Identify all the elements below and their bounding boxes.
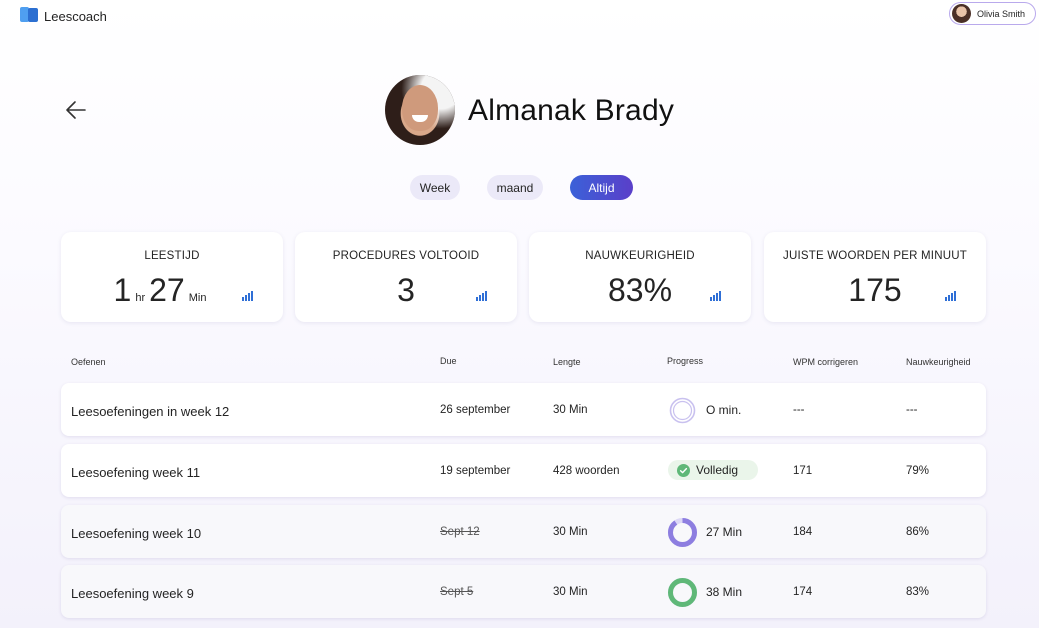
table-row[interactable]: Leesoefening week 11 19 september 428 wo… <box>61 444 986 497</box>
stat-label: PROCEDURES VOLTOOID <box>332 250 480 262</box>
stat-card-accuracy: NAUWKEURIGHEID 83% <box>529 232 751 322</box>
student-avatar <box>385 75 455 145</box>
practice-name: Leesoefening week 9 <box>71 586 194 601</box>
length: 428 woorden <box>553 465 620 477</box>
progress-text: O min. <box>706 403 742 417</box>
status-badge-complete: Volledig <box>668 460 758 480</box>
tab-month[interactable]: maand <box>487 175 543 200</box>
progress-ring-icon <box>669 397 696 423</box>
stat-label: JUISTE WOORDEN PER MINUUT <box>783 250 967 262</box>
progress-ring-icon <box>668 577 697 607</box>
table-row[interactable]: Leesoefening week 9 Sept 5 30 Min 38 Min… <box>61 565 986 618</box>
progress-ring-arc <box>668 517 697 547</box>
column-header-accuracy[interactable]: Nauwkeurigheid <box>906 357 971 367</box>
tab-week[interactable]: Week <box>410 175 460 200</box>
due-date: Sept 12 <box>440 526 480 538</box>
practice-name: Leesoefeningen in week 12 <box>71 404 230 419</box>
top-bar: Leescoach Olivia Smith <box>0 0 1039 32</box>
due-date: 19 september <box>440 465 511 477</box>
accuracy-value: 79% <box>906 465 930 477</box>
wpm-value: --- <box>793 404 805 416</box>
tab-all-time[interactable]: Altijd <box>570 175 633 200</box>
progress-ring-inner <box>672 400 693 420</box>
table-row[interactable]: Leesoefening week 10 Sept 12 30 Min 27 M… <box>61 505 986 558</box>
column-header-progress[interactable]: Progress <box>667 356 703 366</box>
stat-minutes: 27 <box>149 272 185 308</box>
progress: 38 Min <box>667 576 742 608</box>
wpm-value: 171 <box>793 465 813 477</box>
table-header: Oefenen Due Lengte Progress WPM corriger… <box>61 345 986 377</box>
progress-ring-arc <box>668 577 697 607</box>
accuracy-value: 83% <box>906 586 930 598</box>
column-header-wpm[interactable]: WPM corrigeren <box>793 357 858 367</box>
stat-minutes-unit: Min <box>188 292 207 304</box>
stat-card-procedures-completed: PROCEDURES VOLTOOID 3 <box>295 232 517 322</box>
bar-chart-icon[interactable] <box>945 291 956 301</box>
stat-hours-unit: hr <box>135 292 146 304</box>
user-account-button[interactable]: Olivia Smith <box>949 2 1036 25</box>
progress-text: 27 Min <box>706 525 743 539</box>
due-date: Sept 5 <box>440 586 474 598</box>
due-date: 26 september <box>440 404 511 416</box>
student-name: Almanak Brady <box>468 94 675 127</box>
bar-chart-icon[interactable] <box>710 291 721 301</box>
length: 30 Min <box>553 404 588 416</box>
check-circle-icon <box>677 463 690 477</box>
progress-text: Volledig <box>696 463 739 477</box>
wpm-value: 174 <box>793 586 813 598</box>
column-header-practice[interactable]: Oefenen <box>71 357 106 367</box>
practice-name: Leesoefening week 11 <box>71 465 201 480</box>
column-header-length[interactable]: Lengte <box>553 357 581 367</box>
progress: 27 Min <box>667 516 742 548</box>
accuracy-value: 86% <box>906 526 930 538</box>
stat-hours: 1 <box>113 272 132 308</box>
accuracy-value: --- <box>906 404 918 416</box>
user-name: Olivia Smith <box>977 8 1026 19</box>
wpm-value: 184 <box>793 526 813 538</box>
stat-card-reading-time: LEESTIJD 1 hr 27 Min <box>61 232 283 322</box>
user-avatar <box>952 4 971 23</box>
practice-name: Leesoefening week 10 <box>71 526 202 541</box>
stat-label: NAUWKEURIGHEID <box>585 250 695 262</box>
table-row[interactable]: Leesoefeningen in week 12 26 september 3… <box>61 383 986 436</box>
stat-card-correct-words-per-minute: JUISTE WOORDEN PER MINUUT 175 <box>764 232 986 322</box>
stat-value: 1 hr 27 Min <box>51 272 273 309</box>
bar-chart-icon[interactable] <box>242 291 253 301</box>
progress-text: 38 Min <box>706 585 743 599</box>
app-title: Leescoach <box>44 9 107 24</box>
length: 30 Min <box>553 586 588 598</box>
length: 30 Min <box>553 526 588 538</box>
column-header-due[interactable]: Due <box>440 356 457 366</box>
back-arrow-icon[interactable] <box>62 96 90 124</box>
progress: O min. <box>667 394 741 426</box>
stat-label: LEESTIJD <box>144 250 200 262</box>
progress-ring-icon <box>668 517 697 547</box>
leescoach-logo-icon <box>20 7 38 22</box>
bar-chart-icon[interactable] <box>476 291 487 301</box>
